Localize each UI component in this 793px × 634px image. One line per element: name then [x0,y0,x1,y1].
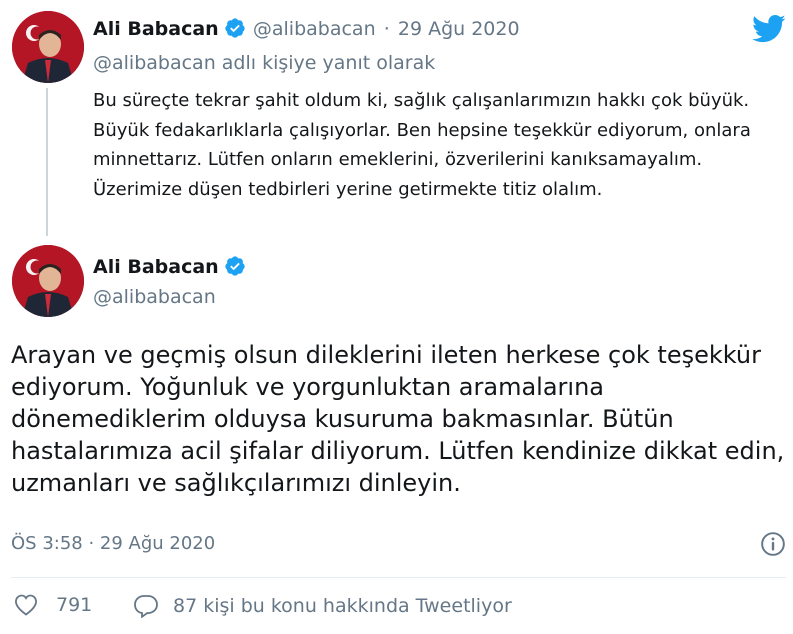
thread-line [46,88,48,236]
parent-avatar[interactable] [12,11,84,83]
speech-bubble-icon [134,595,158,618]
parent-header: Ali Babacan @alibabacan · 29 Ağu 2020 [93,17,520,40]
conversation-label: 87 kişi bu konu hakkında Tweetliyor [173,595,512,617]
main-tweet-text: Arayan ve geçmiş olsun dileklerini ilete… [11,341,785,497]
twitter-bird-icon[interactable] [752,14,786,48]
divider [11,577,786,578]
parent-author-handle[interactable]: @alibabacan [253,18,376,40]
verified-badge-icon [225,18,245,38]
heart-icon [15,594,37,616]
separator-dot: · [383,18,390,40]
main-author-name[interactable]: Ali Babacan [93,256,219,278]
verified-badge-icon [225,256,245,276]
info-icon[interactable] [760,531,786,561]
parent-author-name[interactable]: Ali Babacan [93,18,219,40]
tweet-timestamp[interactable]: ÖS 3:58 · 29 Ağu 2020 [11,533,215,554]
like-action[interactable]: 791 [14,594,92,616]
reply-to-label[interactable]: @alibabacan adlı kişiye yanıt olarak [93,52,435,74]
main-author-handle[interactable]: @alibabacan [93,286,216,308]
main-avatar[interactable] [12,245,84,317]
like-count: 791 [56,594,93,616]
parent-date[interactable]: 29 Ağu 2020 [398,18,520,40]
parent-tweet-text: Bu süreçte tekrar şahit oldum ki, sağlık… [93,90,751,200]
main-header: Ali Babacan [93,255,246,278]
reply-action[interactable]: 87 kişi bu konu hakkında Tweetliyor [133,594,512,618]
